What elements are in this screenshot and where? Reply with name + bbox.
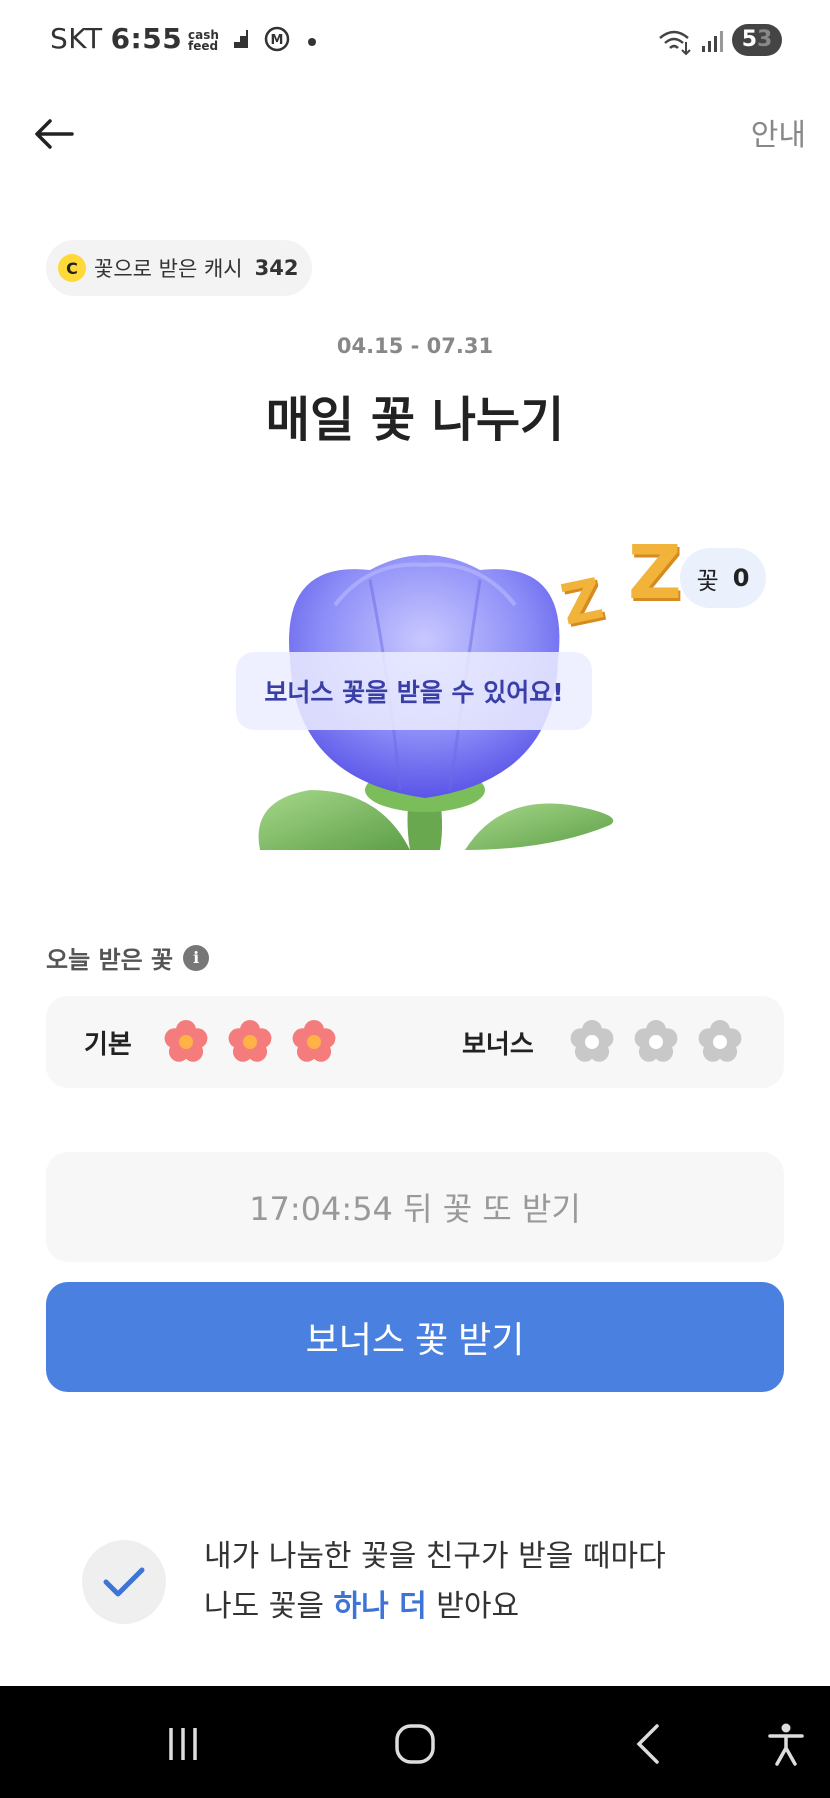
more-notifications-dot (308, 38, 316, 46)
flower-count-label: 꽃 (696, 566, 719, 595)
get-bonus-flower-button[interactable]: 보너스 꽃 받기 (46, 1282, 784, 1392)
carrier-time: SKT 6:55 (50, 22, 182, 55)
system-nav-bar (0, 1686, 830, 1798)
cash-amount: 342 (254, 256, 299, 280)
battery-digit-2: 3 (757, 27, 773, 52)
recent-apps-button[interactable] (153, 1714, 213, 1774)
page: SKT 6:55 cash feed M 53 안내 C 꽃으로 받은 캐시 3… (0, 0, 830, 1798)
wifi-icon (659, 30, 691, 56)
recent-apps-icon (169, 1728, 197, 1760)
nav-back-button[interactable] (618, 1714, 678, 1774)
guide-link[interactable]: 안내 (751, 110, 806, 154)
home-button[interactable] (385, 1714, 445, 1774)
home-icon (395, 1724, 435, 1764)
flower-filled-icon (292, 1020, 336, 1062)
page-title: 매일 꽃 나누기 (265, 392, 565, 448)
battery-indicator: 53 (732, 24, 782, 56)
flower-filled-icon (228, 1020, 272, 1062)
share-notice-highlight: 하나 더 (333, 1589, 427, 1624)
share-notice-prefix: 나도 꽃을 (204, 1589, 334, 1624)
today-flowers-text: 오늘 받은 꽃 (46, 946, 174, 974)
next-flower-timer: 17:04:54 뒤 꽃 또 받기 (46, 1152, 784, 1262)
battery-digit-1: 5 (741, 27, 757, 52)
m-notification-icon: M (264, 26, 290, 52)
carrier-label: SKT (50, 22, 103, 55)
bonus-available-message: 보너스 꽃을 받을 수 있어요! (236, 652, 592, 730)
flower-empty-icon (570, 1020, 614, 1062)
today-flowers-label: 오늘 받은 꽃 i (46, 940, 210, 975)
status-bar: SKT 6:55 cash feed M 53 (0, 0, 830, 86)
cashfeed-notification-icon: cash feed (188, 29, 219, 53)
share-bonus-notice: 내가 나눔한 꽃을 친구가 받을 때마다 나도 꽃을 하나 더 받아요 (204, 1532, 666, 1632)
flower-empty-icon (634, 1020, 678, 1062)
bonus-flowers-label: 보너스 (462, 1030, 534, 1060)
cash-label: 꽃으로 받은 캐시 (94, 257, 243, 281)
sleep-z-large: Z (628, 530, 682, 616)
flower-filled-icon (164, 1020, 208, 1062)
flower-empty-icon (698, 1020, 742, 1062)
event-period: 04.15 - 07.31 (336, 334, 494, 358)
share-notice-line1: 내가 나눔한 꽃을 친구가 받을 때마다 (204, 1539, 666, 1574)
signal-icon (702, 31, 723, 52)
accessibility-icon (768, 1723, 804, 1766)
share-checkbox[interactable] (82, 1540, 166, 1624)
cash-earned-chip: C 꽃으로 받은 캐시 342 (46, 240, 313, 296)
svg-text:M: M (271, 33, 284, 48)
back-arrow-icon[interactable] (30, 110, 78, 158)
share-notice-suffix: 받아요 (426, 1589, 520, 1624)
flower-count-chip: 꽃 0 (680, 548, 766, 608)
coin-icon: C (58, 254, 86, 282)
share-notice-line2: 나도 꽃을 하나 더 받아요 (204, 1582, 666, 1632)
today-flowers-panel: 기본 보너스 (46, 996, 784, 1088)
stairs-notification-icon (228, 30, 248, 48)
clock: 6:55 (110, 22, 183, 55)
flower-count-value: 0 (732, 564, 750, 592)
accessibility-button[interactable] (756, 1714, 816, 1774)
cashfeed-line2: feed (188, 39, 219, 53)
check-icon (103, 1567, 145, 1597)
info-icon[interactable]: i (183, 944, 210, 971)
basic-flowers-label: 기본 (84, 1030, 132, 1060)
nav-back-icon (636, 1724, 659, 1764)
